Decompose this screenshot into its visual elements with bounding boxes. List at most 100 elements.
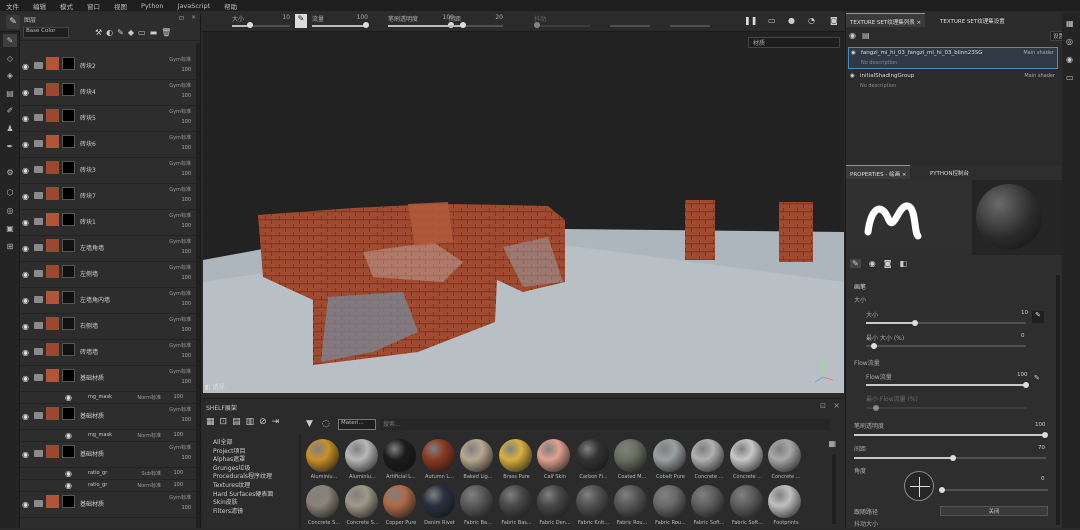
layer-opacity[interactable]: 100 [181,455,191,461]
prop-spacing-value[interactable]: 70 [1038,445,1045,451]
layer-blend-mode[interactable]: Gym标准 [169,290,191,297]
layer-visibility-icon[interactable]: ◉ [22,62,29,71]
material-thumbnail[interactable]: Denim Rivet [421,485,457,530]
material-thumbnail[interactable]: Concrete ... [729,439,765,484]
prop-size-knob[interactable] [912,320,918,326]
size-slider[interactable]: 大小 10 [232,14,290,30]
flow-slider[interactable]: 流量 100 [312,14,369,30]
folder-icon[interactable] [34,374,43,381]
flow-knob[interactable] [363,22,369,28]
filter-toggle-icon[interactable]: ◌ [322,419,330,429]
layer-visibility-icon[interactable]: ◉ [22,412,29,421]
sub-visibility-icon[interactable]: ◉ [65,469,72,478]
layer-opacity[interactable]: 100 [181,379,191,385]
prop-flow-value[interactable]: 100 [1017,372,1028,378]
hide-icon[interactable]: ⊘ [259,417,267,427]
material-thumbnail[interactable]: Copper Pure [382,485,418,530]
folder-icon[interactable] [34,192,43,199]
layer-opacity[interactable]: 100 [181,353,191,359]
tab-close-icon[interactable]: × [917,20,922,26]
stencil-icon[interactable]: ◧ [899,259,907,268]
folder-icon[interactable] [34,450,43,457]
layer-visibility-icon[interactable]: ◉ [22,500,29,509]
layer-row[interactable]: ◉ 左侧墙 Gym标准 100 [20,262,201,288]
material-thumbnail[interactable]: Fabric Knit... [575,485,611,530]
sub-blend-mode[interactable]: Norm标准 [137,432,161,439]
layer-sub-row[interactable]: ◉ mg_mask Norm标准 100 [20,430,201,442]
layer-visibility-icon[interactable]: ◉ [22,450,29,459]
export-icon[interactable]: ⇥ [272,417,280,427]
texture-set-shader[interactable]: Main shader [1024,73,1055,79]
bake-icon[interactable]: ◎ [3,204,17,217]
layer-row[interactable]: ◉ 砖块3 Gym标准 100 [20,158,201,184]
layer-opacity[interactable]: 100 [181,223,191,229]
layer-row[interactable]: ◉ 砖块6 Gym标准 100 [20,132,201,158]
texture-set-item[interactable]: ◉ fangzi_mi_hi_03_fangzi_mi_hi_03_blinn2… [848,47,1058,69]
layers-options-icon[interactable]: ⊡ [179,15,184,22]
properties-scrollbar[interactable] [1056,275,1060,525]
layer-blend-mode[interactable]: Gym标准 [169,134,191,141]
filter-list-icon[interactable]: ▤ [862,31,870,40]
folder-icon[interactable] [34,62,43,69]
filter-chip[interactable]: Materi... [338,419,376,430]
prop-min-size-value[interactable]: 0 [1021,333,1025,339]
layer-blend-mode[interactable]: Gym标准 [169,238,191,245]
prop-opacity-knob[interactable] [1042,432,1048,438]
folder-icon[interactable] [34,244,43,251]
folder-icon[interactable] [34,114,43,121]
menu-edit[interactable]: 编辑 [33,1,46,11]
layer-row[interactable]: ◉ 砖块4 Gym标准 100 [20,80,201,106]
material-icon[interactable]: ◉ [869,259,876,268]
layer-blend-mode[interactable]: Gym标准 [169,444,191,451]
layer-row[interactable]: ◉ 基础材质 Gym标准 100 [20,366,201,392]
layer-blend-mode[interactable]: Gym标准 [169,160,191,167]
layer-visibility-icon[interactable]: ◉ [22,244,29,253]
channel-select[interactable]: Base Color [23,27,69,38]
sub-visibility-icon[interactable]: ◉ [65,393,72,402]
layer-visibility-icon[interactable]: ◉ [22,140,29,149]
layer-blend-mode[interactable]: Gym标准 [169,494,191,501]
layer-row[interactable]: ◉ 砖块5 Gym标准 100 [20,106,201,132]
layer-opacity[interactable]: 100 [181,119,191,125]
3d-viewport[interactable]: 材质 ◧ 透视 [203,32,844,393]
layer-sub-row[interactable]: ◉ mg_mask Norm标准 100 [20,392,201,404]
texture-set-eye-icon[interactable]: ◉ [851,50,856,56]
layer-blend-mode[interactable]: Gym标准 [169,406,191,413]
layer-blend-mode[interactable]: Gym标准 [169,82,191,89]
layer-row[interactable]: ◉ 右侧墙 Gym标准 100 [20,314,201,340]
eraser-icon[interactable]: ◇ [3,52,17,65]
brush-settings-icon[interactable]: ✎ [850,259,861,268]
menu-mode[interactable]: 模式 [60,1,73,11]
add-folder-icon[interactable]: ▭ [138,28,146,37]
layer-opacity[interactable]: 100 [181,145,191,151]
folder-icon[interactable] [34,166,43,173]
add-mask-icon[interactable]: ◐ [106,28,113,37]
shelf-category[interactable]: Filters滤镜 [213,506,243,515]
clone-stamp-icon[interactable]: ♟ [3,122,17,135]
folder-icon[interactable] [34,218,43,225]
layer-row[interactable]: ◉ 砖块1 Gym标准 100 [20,210,201,236]
alpha-icon[interactable]: ◙ [884,259,892,268]
spacing-slider[interactable]: 间距 20 [449,14,503,30]
layer-visibility-icon[interactable]: ◉ [22,296,29,305]
layer-visibility-icon[interactable]: ◉ [22,166,29,175]
new-folder-icon[interactable]: ▬ [150,28,158,37]
layer-row[interactable]: ◉ 砖块7 Gym标准 100 [20,184,201,210]
pen-pressure-icon[interactable]: ✎ [1032,311,1044,323]
material-thumbnail[interactable]: Fabric Soft... [690,485,726,530]
layer-blend-mode[interactable]: Gym标准 [169,342,191,349]
material-thumbnail[interactable]: Cobalt Pure [652,439,688,484]
layer-opacity[interactable]: 100 [181,197,191,203]
add-paint-layer-icon[interactable]: ✎ [117,28,124,37]
material-thumbnail[interactable]: Brass Pure [498,439,534,484]
projection-icon[interactable]: ◈ [3,69,17,82]
import-icon[interactable]: ⊡ [220,417,228,427]
list-view-icon[interactable]: ▥ [246,417,255,427]
jitter-knob[interactable] [534,22,540,28]
tab-python-console[interactable]: PYTHON控制台 [926,165,973,179]
folder-icon[interactable] [34,140,43,147]
brush-tool-icon[interactable]: ✎ [6,15,20,29]
spacing-knob[interactable] [460,22,466,28]
layers-scrollbar[interactable] [196,43,200,528]
sub-opacity[interactable]: 100 [173,432,183,438]
